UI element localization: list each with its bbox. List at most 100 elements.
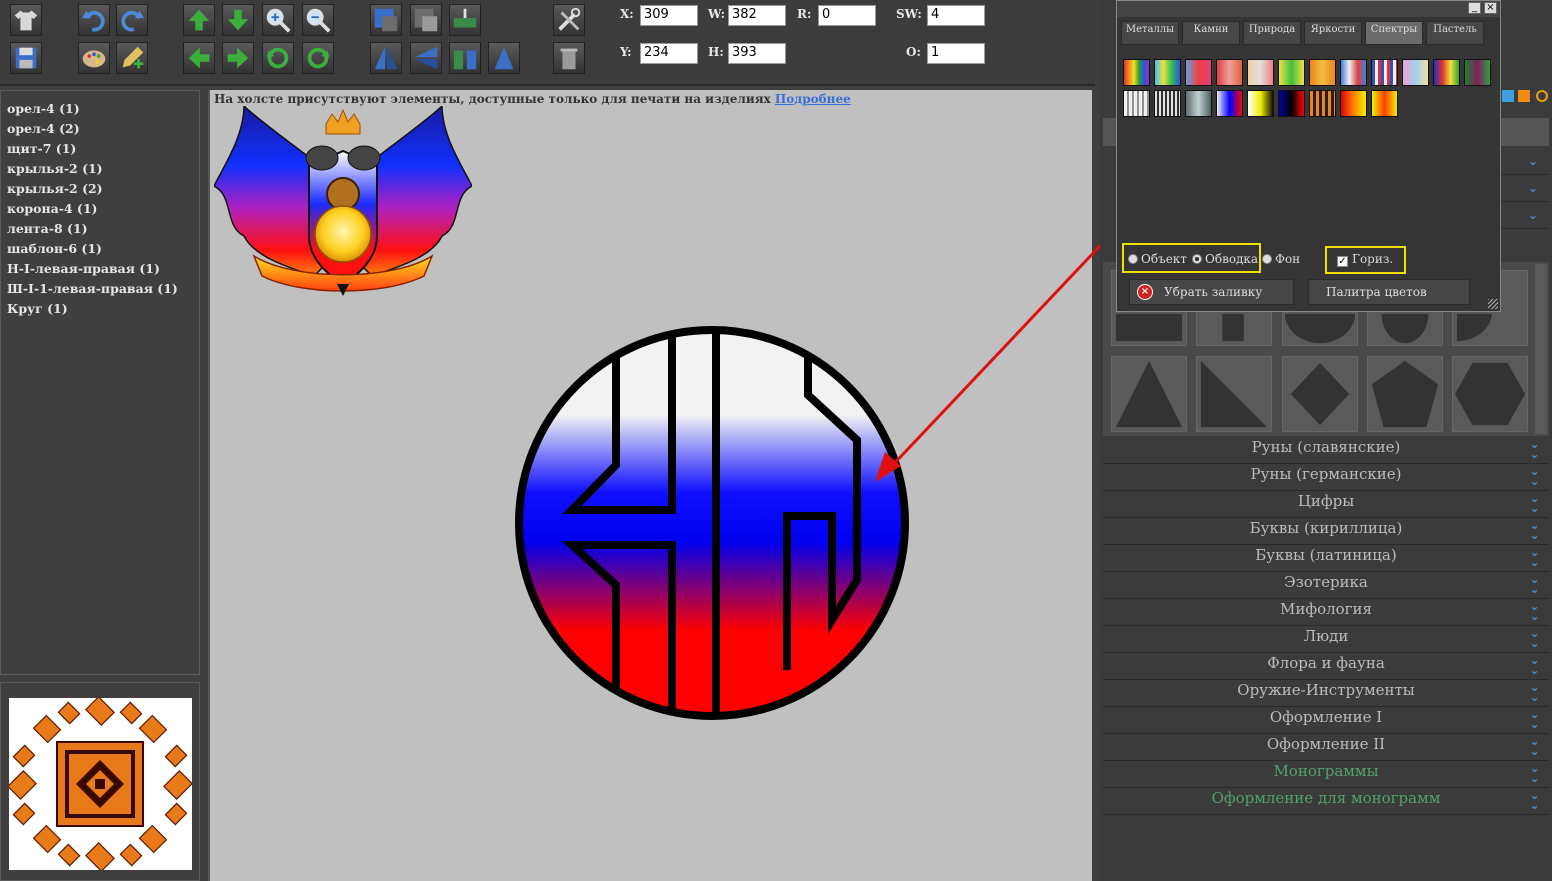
y-input[interactable]: 234 (640, 43, 698, 64)
gradient-swatch[interactable] (1340, 59, 1367, 86)
gradient-swatch[interactable] (1278, 90, 1305, 117)
align-icon[interactable] (449, 4, 481, 36)
save-icon[interactable] (10, 42, 42, 74)
share-icon[interactable] (1502, 90, 1514, 102)
category-item[interactable]: Оружие-Инструменты ⌄ ⌄ (1103, 681, 1549, 707)
layer-item[interactable]: Круг (1) (7, 299, 199, 319)
tools-icon[interactable] (553, 4, 585, 36)
shape-hexagon[interactable] (1452, 356, 1528, 432)
rotate-right-icon[interactable] (302, 42, 334, 74)
category-item[interactable]: Монограммы ⌄ ⌄ (1103, 762, 1549, 788)
horizontal-checkbox[interactable]: ✓ Гориз. (1337, 252, 1393, 267)
resize-handle[interactable] (1488, 299, 1498, 309)
sw-input[interactable]: 4 (927, 5, 985, 26)
layer-item[interactable]: крылья-2 (2) (7, 179, 199, 199)
tab-spectra[interactable]: Спектры (1365, 21, 1423, 45)
category-item[interactable]: Люди ⌄ ⌄ (1103, 627, 1549, 653)
radio-object[interactable]: Объект (1128, 252, 1187, 266)
ornament-preview[interactable] (7, 696, 193, 872)
category-item[interactable]: Цифры ⌄ ⌄ (1103, 492, 1549, 518)
w-input[interactable]: 382 (728, 5, 786, 26)
trash-icon[interactable] (553, 42, 585, 74)
shape-diamond[interactable] (1282, 356, 1358, 432)
tab-metals[interactable]: Металлы (1121, 21, 1179, 45)
radio-stroke[interactable]: Обводка (1192, 252, 1258, 266)
gradient-swatch[interactable] (1309, 59, 1336, 86)
gradient-swatch[interactable] (1247, 90, 1274, 117)
palette-icon[interactable] (78, 42, 110, 74)
rotate-left-icon[interactable] (262, 42, 294, 74)
move-up-icon[interactable] (183, 4, 215, 36)
design-canvas[interactable]: На холсте присутствуют элементы, доступн… (208, 90, 1092, 881)
tab-nature[interactable]: Природа (1243, 21, 1301, 45)
gradient-swatch[interactable] (1433, 59, 1460, 86)
opacity-input[interactable]: 1 (927, 43, 985, 64)
gradient-swatch[interactable] (1278, 59, 1305, 86)
gradient-swatch[interactable] (1340, 90, 1367, 117)
gradient-swatch[interactable] (1123, 90, 1150, 117)
gradient-swatch[interactable] (1247, 59, 1274, 86)
x-input[interactable]: 309 (640, 5, 698, 26)
tab-brightness[interactable]: Яркости (1304, 21, 1362, 45)
zoom-out-icon[interactable] (302, 4, 334, 36)
gradient-swatch[interactable] (1464, 59, 1491, 86)
gradient-swatch[interactable] (1123, 59, 1150, 86)
category-item[interactable]: Буквы (латиница) ⌄ ⌄ (1103, 546, 1549, 572)
radio-background[interactable]: Фон (1262, 252, 1300, 266)
layer-item[interactable]: Ш-I-1-левая-правая (1) (7, 279, 199, 299)
gradient-swatch[interactable] (1185, 59, 1212, 86)
gradient-swatch[interactable] (1154, 90, 1181, 117)
category-item[interactable]: Руны (славянские) ⌄ ⌄ (1103, 438, 1549, 464)
layer-item[interactable]: щит-7 (1) (7, 139, 199, 159)
eagle-emblem[interactable] (214, 106, 472, 301)
redo-icon[interactable] (116, 4, 148, 36)
category-item[interactable]: Буквы (кириллица) ⌄ ⌄ (1103, 519, 1549, 545)
bring-front-icon[interactable] (370, 4, 402, 36)
minimize-icon[interactable]: _ (1468, 2, 1481, 14)
category-item[interactable]: Эзотерика ⌄ ⌄ (1103, 573, 1549, 599)
layer-item[interactable]: шаблон-6 (1) (7, 239, 199, 259)
remove-fill-button[interactable]: × Убрать заливку (1129, 279, 1294, 305)
r-input[interactable]: 0 (818, 5, 876, 26)
dialog-titlebar[interactable] (1117, 1, 1500, 17)
gradient-swatch[interactable] (1309, 90, 1336, 117)
shape-triangle[interactable] (1111, 356, 1187, 432)
gradient-swatch[interactable] (1185, 90, 1212, 117)
layer-item[interactable]: крылья-2 (1) (7, 159, 199, 179)
category-item[interactable]: Мифология ⌄ ⌄ (1103, 600, 1549, 626)
gradient-swatch[interactable] (1216, 59, 1243, 86)
monogram-circle[interactable] (512, 320, 912, 726)
category-item[interactable]: Флора и фауна ⌄ ⌄ (1103, 654, 1549, 680)
flip-horizontal-icon[interactable] (370, 42, 402, 74)
category-item[interactable]: Оформление II ⌄ ⌄ (1103, 735, 1549, 761)
chevron-down-icon[interactable]: ⌄ (1528, 154, 1538, 168)
gradient-swatch[interactable] (1371, 59, 1398, 86)
gradient-swatch-selected[interactable] (1216, 90, 1243, 117)
category-item[interactable]: Руны (германские) ⌄ ⌄ (1103, 465, 1549, 491)
layer-item[interactable]: Н-I-левая-правая (1) (7, 259, 199, 279)
layer-item[interactable]: лента-8 (1) (7, 219, 199, 239)
mirror-icon[interactable] (488, 42, 520, 74)
gradient-swatch[interactable] (1371, 90, 1398, 117)
add-edit-icon[interactable] (116, 42, 148, 74)
shape-right-triangle[interactable] (1196, 356, 1272, 432)
move-down-icon[interactable] (222, 4, 254, 36)
chevron-down-icon[interactable]: ⌄ (1528, 208, 1538, 222)
shapes-scrollbar[interactable] (1535, 264, 1547, 434)
tab-pastel[interactable]: Пастель (1426, 21, 1484, 45)
layer-item[interactable]: орел-4 (2) (7, 119, 199, 139)
layer-item[interactable]: орел-4 (1) (7, 99, 199, 119)
color-palette-button[interactable]: Палитра цветов (1308, 279, 1470, 305)
move-left-icon[interactable] (183, 42, 215, 74)
tshirt-icon[interactable] (10, 4, 42, 36)
flip-vertical-icon[interactable] (410, 42, 442, 74)
zoom-in-icon[interactable] (262, 4, 294, 36)
odnoklassniki-icon[interactable] (1518, 90, 1530, 102)
more-info-link[interactable]: Подробнее (775, 92, 851, 106)
layer-item[interactable]: корона-4 (1) (7, 199, 199, 219)
category-item[interactable]: Оформление I ⌄ ⌄ (1103, 708, 1549, 734)
send-back-icon[interactable] (410, 4, 442, 36)
h-input[interactable]: 393 (728, 43, 786, 64)
mail-icon[interactable] (1536, 90, 1548, 102)
gradient-swatch[interactable] (1154, 59, 1181, 86)
